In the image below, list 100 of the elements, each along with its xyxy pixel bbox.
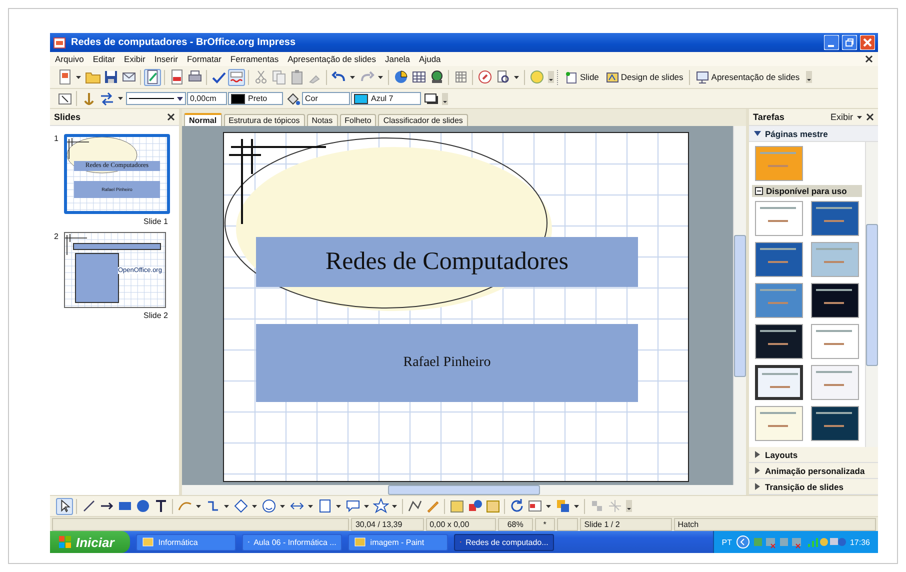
master-page-thumbnail[interactable] — [755, 146, 803, 181]
view-tab[interactable]: Normal — [184, 113, 222, 126]
tray-icons-drawing[interactable] — [736, 535, 846, 549]
callout-icon[interactable] — [344, 498, 361, 514]
caret-icon[interactable] — [196, 504, 201, 508]
edit-document-icon[interactable] — [144, 68, 161, 86]
fontwork-icon[interactable] — [448, 498, 465, 514]
view-tab[interactable]: Estrutura de tópicos — [224, 114, 305, 126]
star-icon[interactable] — [372, 498, 389, 514]
minus-box-icon — [755, 187, 763, 195]
compass-icon[interactable] — [476, 68, 493, 86]
pie-chart-icon[interactable] — [392, 68, 409, 86]
caret-icon[interactable] — [364, 504, 369, 508]
view-tab[interactable]: Classificador de slides — [378, 114, 468, 126]
ellipse-icon[interactable] — [134, 498, 151, 514]
section-header[interactable]: Páginas mestre — [749, 126, 878, 142]
swap-arrows-icon[interactable] — [98, 90, 115, 107]
toolbar-overflow-icon[interactable] — [626, 500, 632, 512]
horizontal-scrollbar[interactable] — [182, 485, 746, 495]
close-document-icon[interactable] — [865, 55, 873, 63]
caret-icon[interactable] — [392, 504, 397, 508]
master-page-thumbnail[interactable] — [755, 201, 803, 236]
view-tab[interactable]: Folheto — [340, 114, 376, 126]
taskbar-button[interactable]: imagem - Paint — [348, 534, 448, 550]
menu-item[interactable]: Inserir — [154, 54, 178, 64]
line-color-select[interactable]: Preto — [228, 92, 283, 105]
toolbar-overflow-icon[interactable] — [806, 71, 812, 83]
toolbar-button[interactable]: Slide — [562, 70, 602, 84]
auto-spellcheck-icon[interactable] — [228, 68, 245, 86]
section-header[interactable]: Transição de slides — [749, 479, 878, 495]
menu-item[interactable]: Exibir — [124, 54, 146, 64]
caret-icon[interactable] — [574, 504, 579, 508]
slide-design-icon — [606, 70, 619, 84]
master-page-thumbnail[interactable] — [811, 242, 859, 277]
area-style-select[interactable]: Cor — [302, 92, 350, 105]
view-menu[interactable]: Exibir — [830, 112, 853, 122]
caret-icon[interactable] — [118, 97, 123, 100]
section-header[interactable]: Layouts — [749, 447, 878, 463]
master-page-thumbnail[interactable] — [755, 324, 803, 359]
master-page-thumbnail[interactable] — [755, 365, 803, 400]
line-width-field[interactable]: 0,00cm — [187, 92, 227, 105]
master-page-thumbnail[interactable] — [811, 283, 859, 318]
menu-item[interactable]: Apresentação de slides — [288, 54, 376, 64]
toolbar-button[interactable]: Apresentação de slides — [693, 70, 803, 84]
diamond-icon[interactable] — [232, 498, 249, 514]
minimize-button[interactable] — [824, 35, 839, 50]
toolbar-overflow-icon[interactable] — [548, 71, 554, 83]
caret-icon[interactable] — [546, 504, 551, 508]
master-page-thumbnail[interactable] — [811, 324, 859, 359]
toolbar-overflow-icon[interactable] — [442, 92, 448, 104]
toolbar-button[interactable]: Design de slides — [602, 70, 686, 84]
master-page-thumbnail[interactable] — [811, 365, 859, 400]
taskbar-button[interactable]: Redes de computado... — [454, 534, 554, 550]
master-page-thumbnail[interactable] — [811, 406, 859, 441]
vertical-scrollbar[interactable] — [865, 142, 878, 447]
style-readout: Hatch — [674, 518, 876, 530]
menu-item[interactable]: Editar — [92, 54, 116, 64]
close-icon[interactable] — [866, 113, 874, 121]
view-tab[interactable]: Notas — [306, 114, 338, 126]
taskbar-button[interactable]: Informática — [136, 534, 236, 550]
smiley-icon[interactable] — [260, 498, 277, 514]
restore-button[interactable] — [842, 35, 857, 50]
menu-item[interactable]: Janela — [384, 54, 410, 64]
master-page-thumbnail[interactable] — [811, 201, 859, 236]
caret-icon[interactable] — [350, 76, 355, 78]
line-style-select[interactable] — [126, 92, 186, 105]
caret-icon[interactable] — [308, 504, 313, 508]
vertical-scrollbar[interactable] — [733, 126, 746, 485]
zoom-readout[interactable]: 68% — [498, 518, 533, 530]
caret-icon[interactable] — [857, 116, 862, 118]
align-icon[interactable] — [526, 498, 543, 514]
section-header[interactable]: Animação personalizada — [749, 463, 878, 479]
menu-item[interactable]: Ferramentas — [230, 54, 279, 64]
master-page-thumbnail[interactable] — [755, 406, 803, 441]
master-page-thumbnail[interactable] — [755, 283, 803, 318]
line-color-value: Preto — [248, 94, 268, 103]
caret-icon[interactable] — [514, 76, 519, 78]
menu-item[interactable]: Formatar — [186, 54, 222, 64]
table-icon[interactable] — [410, 68, 427, 86]
dropdown-arrow-icon[interactable] — [177, 96, 183, 100]
rotate-icon[interactable] — [508, 498, 525, 514]
caret-icon[interactable] — [280, 504, 285, 508]
position-readout: 30,04 / 13,39 — [351, 518, 424, 530]
taskbar-button[interactable]: Aula 06 - Informática ... — [242, 534, 342, 550]
gallery-icon[interactable] — [484, 498, 501, 514]
menu-item[interactable]: Ajuda — [419, 54, 441, 64]
area-color-select[interactable]: Azul 7 — [351, 92, 421, 105]
caret-icon[interactable] — [336, 504, 341, 508]
size-readout: 0,00 x 0,00 — [426, 518, 496, 530]
close-button[interactable] — [860, 35, 875, 50]
group-header[interactable]: Disponível para uso — [752, 185, 862, 197]
caret-icon[interactable] — [378, 76, 383, 78]
arrange-icon[interactable] — [554, 498, 571, 514]
menu-item[interactable]: Arquivo — [55, 54, 84, 64]
caret-icon[interactable] — [252, 504, 257, 508]
close-icon[interactable] — [167, 113, 175, 121]
master-page-thumbnail[interactable] — [755, 242, 803, 277]
impress-app-icon — [53, 36, 66, 49]
caret-icon[interactable] — [76, 76, 81, 78]
caret-icon[interactable] — [224, 504, 229, 508]
